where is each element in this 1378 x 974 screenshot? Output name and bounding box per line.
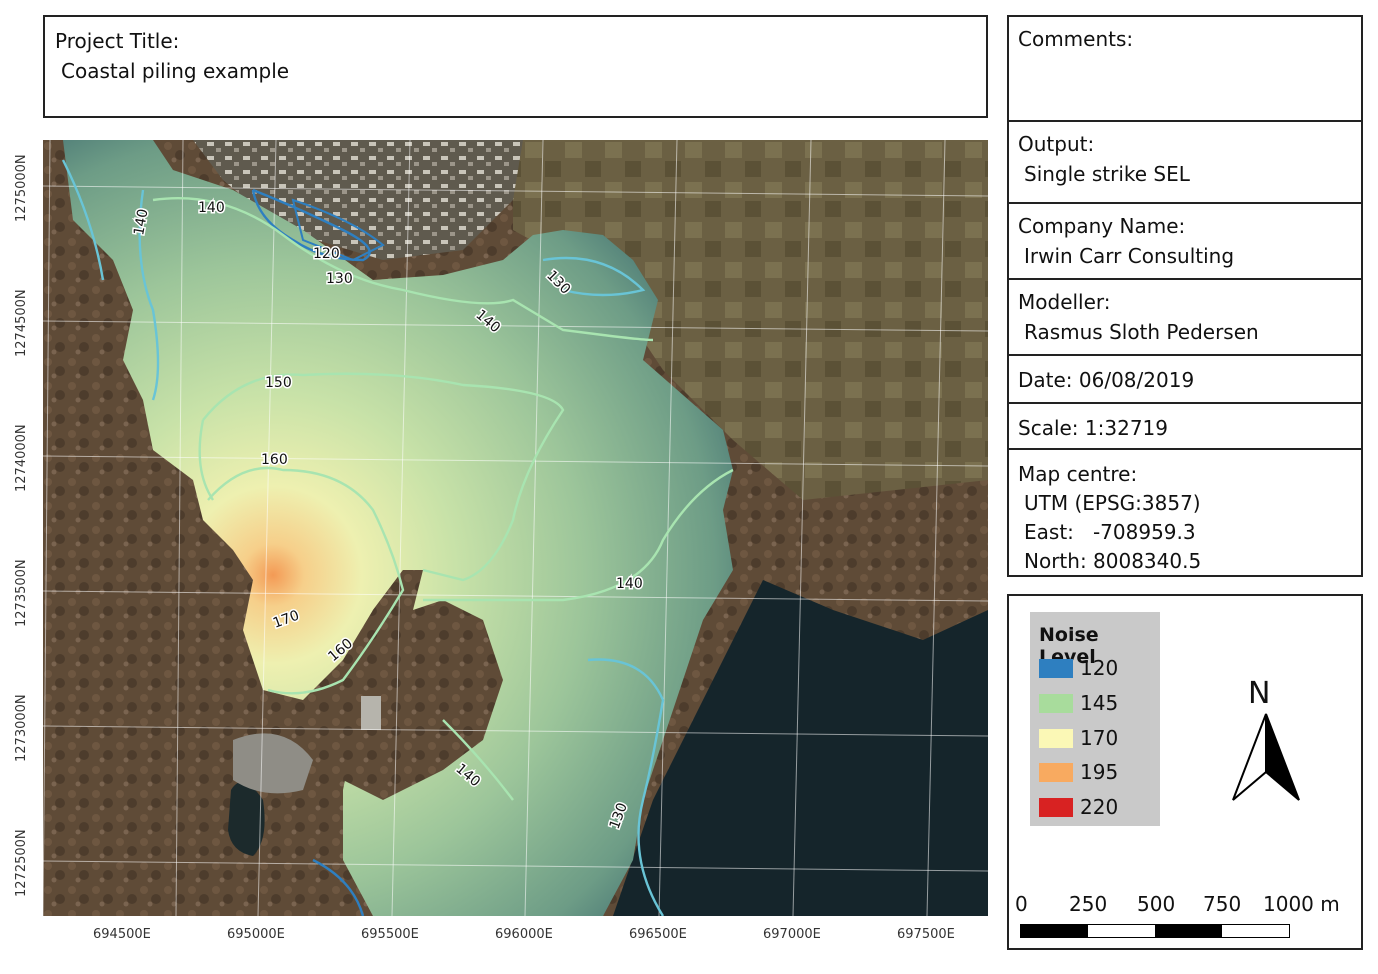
scalebar-segment bbox=[1088, 925, 1155, 937]
scalebar-label: 0 bbox=[1015, 892, 1028, 916]
date-cell: Date: 06/08/2019 bbox=[1009, 354, 1361, 402]
legend-swatch bbox=[1039, 729, 1073, 748]
north-arrow: N bbox=[1223, 676, 1303, 806]
map-centre-cell: Map centre: UTM (EPSG:3857) East: -70895… bbox=[1009, 448, 1361, 575]
y-tick-label: 1274500N bbox=[14, 289, 29, 357]
x-tick-label: 695000E bbox=[227, 927, 285, 942]
x-tick-label: 696000E bbox=[495, 927, 553, 942]
legend-label: 195 bbox=[1080, 760, 1119, 784]
contour-label: 140 bbox=[198, 200, 225, 216]
scalebar-label: 750 bbox=[1203, 892, 1242, 916]
legend-panel: Noise Level 120 145 170 195 220 N 0 250 … bbox=[1007, 594, 1363, 950]
y-tick-label: 1274000N bbox=[14, 424, 29, 492]
y-tick-label: 1273000N bbox=[14, 694, 29, 762]
legend-swatch bbox=[1039, 694, 1073, 713]
modeller-label: Modeller: bbox=[1018, 290, 1111, 314]
company-cell: Company Name: Irwin Carr Consulting bbox=[1009, 202, 1361, 278]
x-tick-label: 696500E bbox=[629, 927, 687, 942]
scale-text: Scale: 1:32719 bbox=[1018, 416, 1168, 440]
y-tick-label: 1273500N bbox=[14, 559, 29, 627]
project-title-box: Project Title: Coastal piling example bbox=[43, 15, 988, 118]
contour-label: 160 bbox=[261, 452, 288, 468]
map-frame[interactable]: 140 140 120 130 130 140 150 160 170 160 … bbox=[43, 140, 988, 916]
north-arrow-icon bbox=[1232, 713, 1300, 801]
modeller-value: Rasmus Sloth Pedersen bbox=[1024, 320, 1259, 344]
legend: Noise Level 120 145 170 195 220 bbox=[1030, 612, 1160, 826]
legend-label: 145 bbox=[1080, 691, 1119, 715]
x-tick-label: 694500E bbox=[93, 927, 151, 942]
comments-cell: Comments: bbox=[1009, 17, 1361, 120]
scalebar-segment bbox=[1222, 925, 1289, 937]
company-label: Company Name: bbox=[1018, 214, 1186, 238]
contour-label: 130 bbox=[326, 271, 353, 287]
output-cell: Output: Single strike SEL bbox=[1009, 120, 1361, 202]
y-tick-label: 1272500N bbox=[14, 829, 29, 897]
north-arrow-label: N bbox=[1248, 676, 1271, 711]
legend-label: 220 bbox=[1080, 795, 1119, 819]
x-tick-label: 697000E bbox=[763, 927, 821, 942]
project-title-label: Project Title: bbox=[55, 29, 180, 53]
x-tick-label: 695500E bbox=[361, 927, 419, 942]
legend-swatch bbox=[1039, 763, 1073, 782]
output-value: Single strike SEL bbox=[1024, 162, 1190, 186]
utm-text: UTM (EPSG:3857) bbox=[1024, 491, 1201, 515]
east-text: East: -708959.3 bbox=[1024, 520, 1196, 544]
y-tick-label: 1275000N bbox=[14, 154, 29, 222]
legend-label: 120 bbox=[1080, 656, 1119, 680]
scalebar-label: 500 bbox=[1137, 892, 1176, 916]
modeller-cell: Modeller: Rasmus Sloth Pedersen bbox=[1009, 278, 1361, 354]
scalebar-segment bbox=[1021, 925, 1088, 937]
output-label: Output: bbox=[1018, 132, 1095, 156]
noise-map: 140 140 120 130 130 140 150 160 170 160 … bbox=[43, 140, 988, 916]
contour-label: 140 bbox=[616, 576, 643, 592]
company-value: Irwin Carr Consulting bbox=[1024, 244, 1235, 268]
info-panel: Comments: Output: Single strike SEL Comp… bbox=[1007, 15, 1363, 577]
north-text: North: 8008340.5 bbox=[1024, 549, 1202, 573]
contour-label: 150 bbox=[265, 375, 292, 391]
map-centre-label: Map centre: bbox=[1018, 462, 1138, 486]
comments-label: Comments: bbox=[1018, 27, 1134, 51]
scalebar bbox=[1020, 924, 1290, 938]
contour-label: 120 bbox=[313, 246, 340, 262]
scalebar-segment bbox=[1155, 925, 1222, 937]
legend-swatch bbox=[1039, 798, 1073, 817]
date-text: Date: 06/08/2019 bbox=[1018, 368, 1195, 392]
scale-cell: Scale: 1:32719 bbox=[1009, 402, 1361, 448]
legend-label: 170 bbox=[1080, 726, 1119, 750]
project-title-value: Coastal piling example bbox=[61, 59, 290, 83]
x-tick-label: 697500E bbox=[897, 927, 955, 942]
scalebar-label: 250 bbox=[1069, 892, 1108, 916]
legend-swatch bbox=[1039, 659, 1073, 678]
scalebar-label: 1000 m bbox=[1263, 892, 1340, 916]
